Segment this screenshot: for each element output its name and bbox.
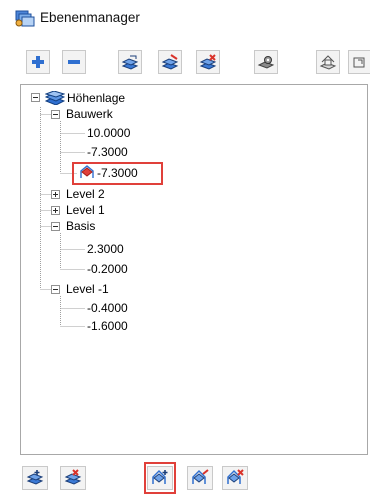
layer-tree[interactable]: Höhenlage Bauwerk 10.0000 -7.3000 -7.300… xyxy=(20,84,368,455)
roof-edit-button[interactable] xyxy=(187,466,213,490)
roof-icon xyxy=(79,165,95,182)
tree-leaf-value[interactable]: 10.0000 xyxy=(87,125,130,141)
layer-delete-button[interactable] xyxy=(196,50,220,74)
roof-add-button[interactable] xyxy=(147,466,173,490)
layer-edit-icon xyxy=(121,54,139,70)
layer-edit-red-icon xyxy=(161,54,179,70)
layer-export-icon xyxy=(319,54,337,70)
top-toolbar xyxy=(0,50,373,78)
remove-button[interactable] xyxy=(62,50,86,74)
add-plus-icon xyxy=(31,55,45,69)
layer-import-icon xyxy=(352,54,368,70)
add-button[interactable] xyxy=(26,50,50,74)
tree-connector-lines xyxy=(40,107,85,327)
layer-import-button[interactable] xyxy=(348,50,370,74)
layer-stack-icon xyxy=(44,90,66,108)
tree-node-level-1[interactable]: Level 1 xyxy=(66,202,105,218)
window-title: Ebenenmanager xyxy=(40,10,140,25)
roof-delete-icon xyxy=(226,468,244,488)
bottom-toolbar xyxy=(0,462,373,498)
layer-settings-button[interactable] xyxy=(254,50,278,74)
tree-leaf-value[interactable]: -0.4000 xyxy=(87,300,128,316)
tree-leaf-value[interactable]: 2.3000 xyxy=(87,241,124,257)
expander-level-2[interactable] xyxy=(51,190,60,199)
tree-node-level-2[interactable]: Level 2 xyxy=(66,186,105,202)
tree-node-bauwerk[interactable]: Bauwerk xyxy=(66,106,113,122)
layer-edit-red-button[interactable] xyxy=(158,50,182,74)
tree-node-level-minus-1[interactable]: Level -1 xyxy=(66,281,109,297)
tree-leaf-value[interactable]: -1.6000 xyxy=(87,318,128,334)
layer-settings-icon xyxy=(257,54,275,70)
tree-node-basis[interactable]: Basis xyxy=(66,218,95,234)
remove-minus-icon xyxy=(67,55,81,69)
expander-bauwerk[interactable] xyxy=(51,110,60,119)
expander-level-1[interactable] xyxy=(51,206,60,215)
layer-export-button[interactable] xyxy=(316,50,340,74)
roof-add-icon xyxy=(151,469,169,488)
expander-hoehenlage[interactable] xyxy=(31,93,40,102)
tree-leaf-value[interactable]: -0.2000 xyxy=(87,261,128,277)
layer-edit-button[interactable] xyxy=(118,50,142,74)
layer-delete-icon xyxy=(199,54,217,70)
roof-delete-button[interactable] xyxy=(222,466,248,490)
expander-basis[interactable] xyxy=(51,222,60,231)
tree-leaf-roof-value[interactable]: -7.3000 xyxy=(97,165,138,181)
layer-add-icon xyxy=(26,469,44,488)
tree-leaf-value[interactable]: -7.3000 xyxy=(87,144,128,160)
title-bar: Ebenenmanager xyxy=(0,0,373,36)
layer-remove-button[interactable] xyxy=(60,466,86,490)
layer-remove-icon xyxy=(64,468,82,488)
layer-manager-icon xyxy=(14,9,36,27)
tree-node-hoehenlage[interactable]: Höhenlage xyxy=(67,90,125,106)
roof-edit-icon xyxy=(191,468,209,488)
layer-add-button[interactable] xyxy=(22,466,48,490)
expander-level-minus-1[interactable] xyxy=(51,285,60,294)
